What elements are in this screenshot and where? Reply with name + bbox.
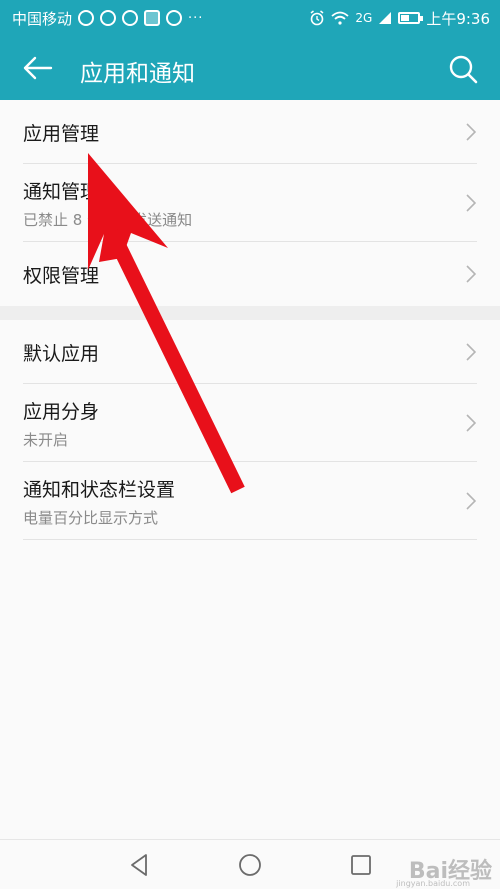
signal-icon xyxy=(379,12,392,24)
chevron-right-icon xyxy=(466,265,476,283)
list-item-default-apps[interactable]: 默认应用 xyxy=(0,320,500,384)
app-bar: 应用和通知 xyxy=(0,36,500,100)
chevron-right-icon xyxy=(466,123,476,141)
nav-home-button[interactable] xyxy=(237,852,263,878)
chevron-right-icon xyxy=(466,194,476,212)
nav-recents-button[interactable] xyxy=(348,852,374,878)
status-bar: 中国移动 ··· 2G 上午9:36 xyxy=(0,0,500,36)
wifi-icon xyxy=(331,11,349,25)
status-right: 2G 上午9:36 xyxy=(309,8,490,29)
list-item-title: 通知管理 xyxy=(23,180,100,203)
notification-app-icon xyxy=(78,10,95,26)
settings-group-1: 应用管理 通知管理 已禁止 8 个应用发送通知 权限管理 xyxy=(0,100,500,306)
row-divider xyxy=(23,539,477,540)
list-item-subtitle: 已禁止 8 个应用发送通知 xyxy=(23,210,193,229)
list-item-subtitle: 未开启 xyxy=(23,430,69,449)
list-item-title: 应用分身 xyxy=(23,400,100,423)
notification-app-icon xyxy=(166,10,183,26)
list-item-title: 默认应用 xyxy=(23,342,100,365)
list-item-app-twin[interactable]: 应用分身 未开启 xyxy=(0,384,500,462)
notification-app-icon xyxy=(144,10,161,26)
carrier-label: 中国移动 xyxy=(12,9,73,28)
back-button[interactable] xyxy=(20,52,56,84)
network-type-label: 2G xyxy=(355,11,373,25)
nav-back-button[interactable] xyxy=(127,852,153,878)
list-item-notification-management[interactable]: 通知管理 已禁止 8 个应用发送通知 xyxy=(0,164,500,242)
square-recents-icon xyxy=(351,855,371,875)
status-left: 中国移动 ··· xyxy=(12,8,203,29)
search-icon xyxy=(449,55,478,84)
chevron-right-icon xyxy=(466,414,476,432)
page-title: 应用和通知 xyxy=(80,61,195,87)
circle-home-icon xyxy=(239,854,261,876)
navigation-bar: Bai经验 jingyan.baidu.com xyxy=(0,839,500,889)
triangle-back-icon xyxy=(131,854,147,876)
search-button[interactable] xyxy=(446,52,480,86)
list-item-title: 应用管理 xyxy=(23,122,100,145)
chevron-right-icon xyxy=(466,492,476,510)
list-item-app-management[interactable]: 应用管理 xyxy=(0,100,500,164)
clock-label: 上午9:36 xyxy=(426,9,490,28)
section-divider xyxy=(0,306,500,320)
notification-app-icon xyxy=(100,10,117,26)
settings-group-2: 默认应用 应用分身 未开启 通知和状态栏设置 电量百分比显示方式 xyxy=(0,320,500,540)
list-item-permission-management[interactable]: 权限管理 xyxy=(0,242,500,306)
list-item-title: 通知和状态栏设置 xyxy=(23,478,176,501)
chevron-right-icon xyxy=(466,343,476,361)
more-notifications-dots: ··· xyxy=(188,10,204,26)
list-item-subtitle: 电量百分比显示方式 xyxy=(23,508,159,527)
list-item-notification-status-bar-settings[interactable]: 通知和状态栏设置 电量百分比显示方式 xyxy=(0,462,500,540)
back-arrow-icon xyxy=(23,56,53,80)
notification-app-icon xyxy=(122,10,139,26)
list-item-title: 权限管理 xyxy=(23,264,100,287)
watermark-url: jingyan.baidu.com xyxy=(396,879,470,888)
battery-icon xyxy=(398,12,424,24)
alarm-icon xyxy=(310,10,324,26)
